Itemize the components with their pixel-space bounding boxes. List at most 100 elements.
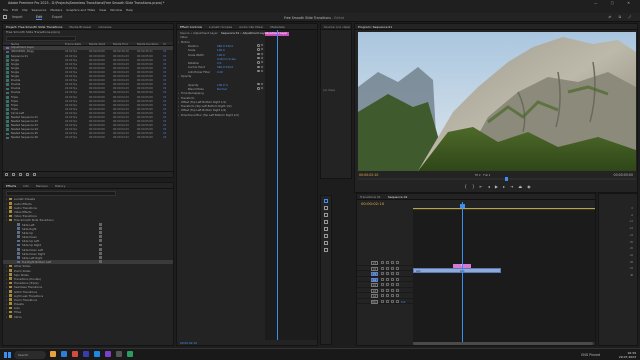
reset-icon[interactable] xyxy=(257,52,260,56)
menu-file[interactable]: File xyxy=(3,8,8,12)
reset-icon[interactable] xyxy=(257,82,260,86)
reset-icon[interactable] xyxy=(257,65,260,69)
eye-icon[interactable] xyxy=(391,261,395,265)
lock-icon[interactable] xyxy=(381,288,385,292)
clock[interactable]: 16:39 29.07.2023 xyxy=(619,351,636,359)
keyframe-icon[interactable] xyxy=(260,48,264,51)
system-tray[interactable]: ENG Pinned xyxy=(581,353,600,357)
mute-icon[interactable] xyxy=(396,288,400,292)
timeline-scroll-thumb[interactable] xyxy=(413,342,593,345)
keyframe-icon[interactable] xyxy=(260,65,264,69)
sync-icon[interactable] xyxy=(386,261,390,265)
program-timecode[interactable]: 00:00:02:10 xyxy=(359,173,378,177)
sync-icon[interactable] xyxy=(386,299,390,303)
reset-icon[interactable] xyxy=(257,61,260,64)
disclosure-icon[interactable]: › xyxy=(178,113,179,117)
slip-tool-icon[interactable] xyxy=(324,227,328,231)
tab-metadata[interactable]: Metadata xyxy=(270,25,284,29)
play-icon[interactable]: ▶ xyxy=(495,184,503,189)
window-controls[interactable]: — ▢ ✕ xyxy=(594,1,636,5)
track-target-toggle[interactable]: V3 xyxy=(371,261,378,265)
track-target-toggle[interactable]: V2 xyxy=(371,266,378,271)
menu-help[interactable]: Help xyxy=(126,8,133,12)
tab-lumetri-scopes[interactable]: Lumetri Scopes xyxy=(209,25,232,29)
mute-icon[interactable] xyxy=(396,283,400,287)
mute-icon[interactable] xyxy=(396,266,400,270)
pen-tool-icon[interactable] xyxy=(324,234,328,238)
track-select-tool-icon[interactable] xyxy=(324,206,328,210)
lock-icon[interactable] xyxy=(5,173,8,177)
program-fit-select[interactable]: Fit ▾ Full ▾ xyxy=(475,173,490,177)
tab-sequence-01[interactable]: Sequence 01 xyxy=(387,195,408,199)
file-explorer-icon[interactable] xyxy=(50,351,56,357)
lock-icon[interactable] xyxy=(381,266,385,270)
lock-icon[interactable] xyxy=(381,294,385,298)
sync-icon[interactable] xyxy=(386,288,390,292)
timeline-timecode[interactable]: 00:00:02:10 xyxy=(361,201,384,206)
edge-icon[interactable] xyxy=(60,351,67,357)
mute-icon[interactable] xyxy=(396,299,400,303)
menu-sequence[interactable]: Sequence xyxy=(32,8,47,12)
selection-tool-icon[interactable] xyxy=(324,199,328,203)
program-video-frame[interactable] xyxy=(358,32,636,171)
menu-clip[interactable]: Clip xyxy=(22,8,28,12)
lock-icon[interactable] xyxy=(381,299,385,303)
after-effects-icon[interactable] xyxy=(104,351,111,357)
mark-in-icon[interactable]: { xyxy=(464,184,472,189)
home-icon[interactable] xyxy=(3,15,7,19)
menu-markers[interactable]: Markers xyxy=(50,8,62,12)
eye-icon[interactable] xyxy=(391,266,395,270)
tab-libraries[interactable]: Libraries xyxy=(99,25,112,29)
trash-icon[interactable] xyxy=(33,173,36,177)
tab-info[interactable]: Info xyxy=(23,184,29,188)
export-frame-icon[interactable]: ◉ xyxy=(527,184,536,189)
windows-start-icon[interactable] xyxy=(4,351,11,359)
sync-icon[interactable] xyxy=(386,294,390,298)
sync-icon[interactable] xyxy=(386,272,390,276)
tab-audio-clip-mixer[interactable]: Audio Clip Mixer xyxy=(239,25,263,29)
sync-icon[interactable] xyxy=(386,277,390,281)
track-target-toggle[interactable]: A2 xyxy=(371,283,378,287)
eye-icon[interactable] xyxy=(391,299,395,303)
eye-icon[interactable] xyxy=(391,294,395,298)
chrome-icon[interactable] xyxy=(71,351,78,357)
type-tool-icon[interactable] xyxy=(324,248,328,252)
tab-media-browser[interactable]: Media Browser xyxy=(69,25,91,29)
work-area-bar[interactable] xyxy=(413,208,595,209)
reset-icon[interactable] xyxy=(257,48,260,51)
menu-edit[interactable]: Edit xyxy=(12,8,18,12)
app-icon[interactable] xyxy=(115,351,122,357)
timeline-playhead[interactable] xyxy=(460,204,465,208)
tab-history[interactable]: History xyxy=(55,184,66,188)
ec-playhead[interactable] xyxy=(277,30,278,340)
lock-icon[interactable] xyxy=(381,272,385,276)
hand-tool-icon[interactable] xyxy=(324,241,328,245)
sync-icon[interactable] xyxy=(386,266,390,270)
eye-icon[interactable] xyxy=(391,277,395,281)
mix-value[interactable]: 0.0 xyxy=(401,300,405,304)
effects-search-input[interactable] xyxy=(6,190,116,196)
lock-icon[interactable] xyxy=(381,283,385,287)
tab-edit[interactable]: Edit xyxy=(36,15,43,20)
tab-markers[interactable]: Markers xyxy=(36,184,48,188)
keyframe-icon[interactable] xyxy=(260,52,264,56)
step-back-icon[interactable]: ◂ xyxy=(488,184,495,189)
reset-icon[interactable] xyxy=(257,56,260,60)
project-item[interactable]: Nested Sequence 06 24.00 fps 00:00:00:00 00… xyxy=(3,136,173,140)
tab-effects[interactable]: Effects xyxy=(6,184,17,188)
list-view-icon[interactable] xyxy=(12,173,15,177)
menu-view[interactable]: View xyxy=(99,8,106,12)
track-target-toggle[interactable]: A3 xyxy=(371,288,378,293)
tab-program[interactable]: Program: Sequence 01 xyxy=(358,25,393,29)
mute-icon[interactable] xyxy=(396,272,400,276)
time-ruler[interactable] xyxy=(413,202,595,210)
mute-icon[interactable] xyxy=(396,261,400,265)
eye-icon[interactable] xyxy=(391,272,395,276)
lock-icon[interactable] xyxy=(381,277,385,281)
mute-icon[interactable] xyxy=(396,294,400,298)
go-to-in-icon[interactable]: ⇤ xyxy=(479,184,487,189)
mute-icon[interactable] xyxy=(396,277,400,281)
keyframe-icon[interactable] xyxy=(260,86,264,90)
keyframe-icon[interactable] xyxy=(260,43,264,47)
sync-icon[interactable] xyxy=(386,283,390,287)
